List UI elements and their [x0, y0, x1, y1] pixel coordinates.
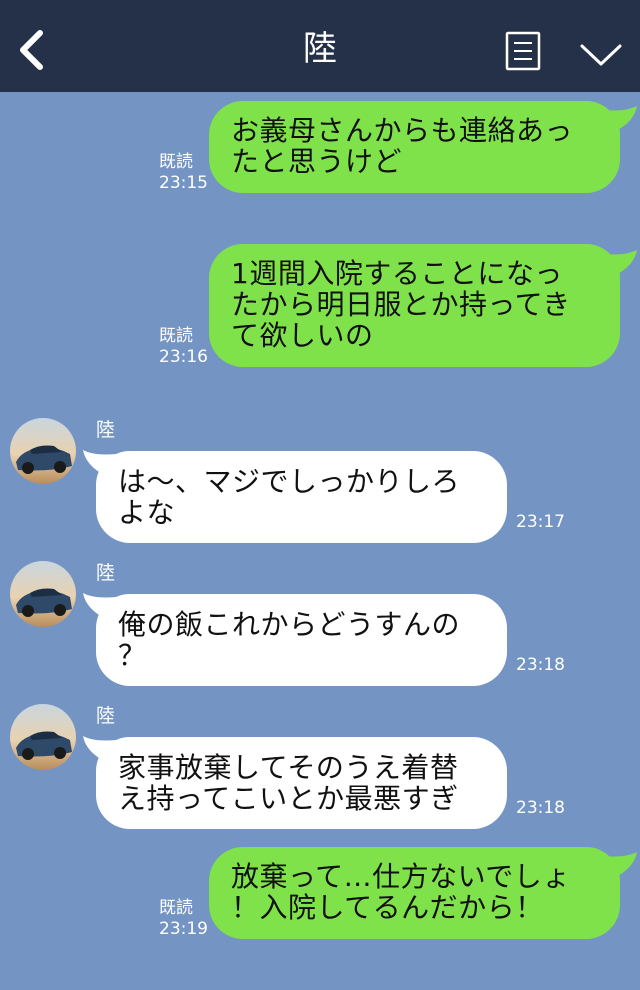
- their-message-bubble[interactable]: 家事放棄してそのうえ着替 え持ってこいとか最悪すぎ: [96, 737, 507, 829]
- menu-button[interactable]: [505, 31, 541, 71]
- avatar[interactable]: [10, 418, 76, 484]
- sender-name: 陸: [96, 705, 116, 727]
- sender-name: 陸: [96, 419, 116, 441]
- chat-title: 陸: [303, 29, 337, 69]
- car-avatar-icon: [10, 561, 76, 627]
- my-message-bubble[interactable]: お義母さんからも連絡あっ たと思うけど: [209, 101, 620, 193]
- message-time: 23:16: [159, 347, 208, 367]
- avatar[interactable]: [10, 561, 76, 627]
- message-line: お義母さんからも連絡あっ: [231, 114, 574, 147]
- message-time: 23:18: [516, 798, 565, 818]
- message-line: て欲しいの: [231, 319, 374, 352]
- message-time: 23:19: [159, 919, 208, 939]
- message-time: 23:17: [516, 512, 565, 532]
- chevron-down-icon: [580, 44, 622, 66]
- message-time: 23:18: [516, 655, 565, 675]
- message-line: ！入院してるんだから！: [231, 891, 544, 924]
- message-line: え持ってこいとか最悪すぎ: [118, 782, 459, 815]
- chat-header: 陸: [0, 0, 640, 92]
- message-line: ？: [118, 639, 147, 672]
- message-line: 1週間入院することになっ: [231, 257, 563, 290]
- message-line: よな: [118, 496, 176, 529]
- message-line: たと思うけど: [231, 145, 403, 178]
- expand-button[interactable]: [578, 40, 624, 70]
- avatar[interactable]: [10, 704, 76, 770]
- message-line: たから明日服とか持ってき: [231, 288, 571, 321]
- car-avatar-icon: [10, 704, 76, 770]
- list-icon: [505, 31, 541, 71]
- bubble-tail: [604, 250, 637, 276]
- bubble-tail: [604, 852, 637, 878]
- message-line: 放棄って…仕方ないでしょ: [231, 860, 571, 893]
- bubble-tail: [604, 106, 637, 132]
- their-message-bubble[interactable]: は～、マジでしっかりしろ よな: [96, 451, 507, 543]
- car-avatar-icon: [10, 418, 76, 484]
- my-message-bubble[interactable]: 放棄って…仕方ないでしょ ！入院してるんだから！: [209, 847, 620, 939]
- message-line: は～、マジでしっかりしろ: [118, 465, 461, 498]
- their-message-bubble[interactable]: 俺の飯これからどうすんの ？: [96, 594, 507, 686]
- my-message-bubble[interactable]: 1週間入院することになっ たから明日服とか持ってき て欲しいの: [209, 244, 620, 367]
- sender-name: 陸: [96, 562, 116, 584]
- message-time: 23:15: [159, 173, 208, 193]
- message-line: 俺の飯これからどうすんの: [118, 608, 461, 641]
- message-line: 家事放棄してそのうえ着替: [118, 751, 459, 784]
